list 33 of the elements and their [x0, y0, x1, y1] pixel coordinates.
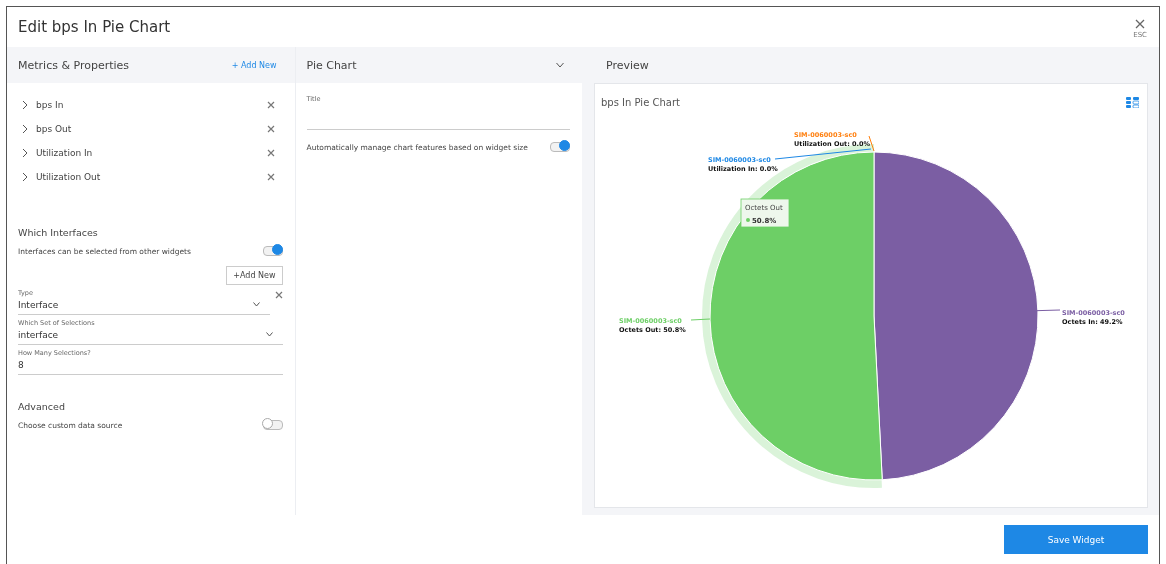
add-new-button[interactable]: +Add New	[226, 266, 283, 285]
chevron-icon[interactable]	[22, 125, 28, 133]
chevron-icon[interactable]	[22, 101, 28, 109]
pie-slice[interactable]	[873, 151, 1039, 481]
close-icon	[1135, 19, 1146, 29]
toggle-switch[interactable]	[550, 142, 570, 152]
caret-icon	[265, 332, 273, 337]
toggle-switch[interactable]	[262, 420, 283, 430]
metric-label[interactable]: bps In	[36, 100, 267, 110]
section-title: Advanced	[18, 401, 66, 412]
panel-title: Preview	[606, 58, 649, 72]
chevron-icon[interactable]	[22, 173, 28, 181]
metric-label[interactable]: bps Out	[36, 124, 267, 134]
remove-icon[interactable]	[266, 173, 275, 181]
chart-title: bps In Pie Chart	[601, 96, 680, 108]
panel-title: Metrics & Properties	[18, 58, 130, 72]
remove-icon[interactable]	[266, 149, 275, 157]
grid-icon[interactable]	[1126, 96, 1139, 108]
remove-icon[interactable]	[266, 125, 275, 133]
remove-icon[interactable]	[274, 291, 283, 299]
metric-label[interactable]: Utilization Out	[36, 172, 267, 182]
dialog-title: Edit bps In Pie Chart	[18, 18, 171, 36]
remove-icon[interactable]	[266, 101, 275, 109]
chevron-icon[interactable]	[22, 149, 28, 157]
caret-icon[interactable]	[556, 62, 564, 68]
metric-label[interactable]: Utilization In	[36, 148, 267, 158]
add-new-link[interactable]: + Add New	[231, 60, 277, 70]
save-widget-button[interactable]: Save Widget	[1004, 525, 1148, 554]
toggle-switch[interactable]	[262, 246, 283, 256]
caret-icon	[252, 302, 260, 307]
leader-line	[690, 318, 711, 321]
section-title: Which Interfaces	[18, 227, 99, 238]
panel-title: Pie Chart	[306, 58, 357, 72]
